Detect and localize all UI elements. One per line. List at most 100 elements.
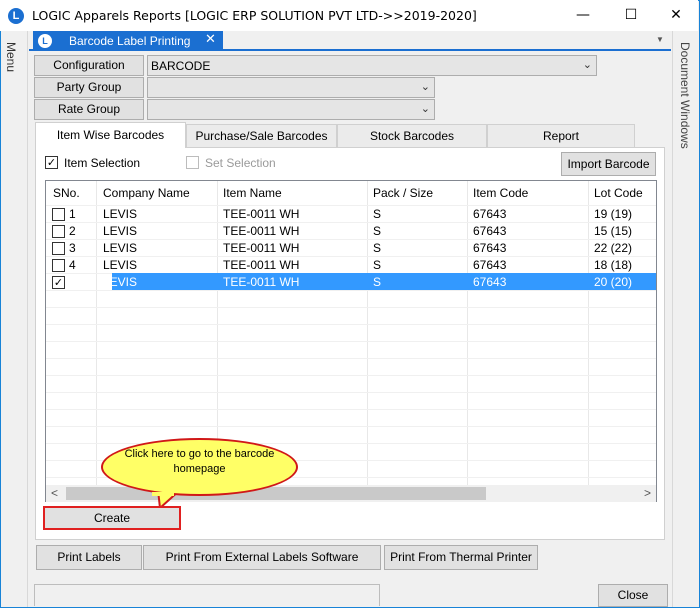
rate-group-select[interactable]: ⌄: [147, 99, 435, 120]
row-divider: [46, 375, 656, 376]
cell-item-name: TEE-0011 WH: [223, 275, 300, 289]
cell-item-name: TEE-0011 WH: [223, 224, 300, 238]
cell-company-name: LEVIS: [103, 275, 138, 289]
close-window-button[interactable]: ✕: [653, 0, 699, 31]
cell-sno: 4: [69, 258, 76, 272]
close-tab-icon[interactable]: ✕: [205, 32, 216, 47]
set-selection-label: Set Selection: [205, 156, 276, 170]
status-area: [34, 584, 380, 606]
import-barcode-button[interactable]: Import Barcode: [561, 152, 656, 176]
cell-item-code: 67643: [473, 207, 507, 221]
column-header-item-code[interactable]: Item Code: [473, 186, 528, 200]
cell-sno: 3: [69, 241, 76, 255]
row-divider: [46, 290, 656, 291]
column-header-lot-code[interactable]: Lot Code: [594, 186, 643, 200]
set-selection-checkbox[interactable]: [186, 156, 199, 169]
cell-sno: 2: [69, 224, 76, 238]
cell-company-name: LEVIS: [103, 207, 138, 221]
menu-side-panel[interactable]: [1, 31, 28, 607]
create-button-label: Create: [93, 511, 131, 525]
cell-lot-code: 20 (20): [594, 275, 633, 289]
tab-purchase-sale-barcodes[interactable]: Purchase/Sale Barcodes: [186, 124, 337, 147]
scrollbar-thumb[interactable]: [66, 487, 486, 500]
cell-company-name: LEVIS: [103, 224, 138, 238]
column-header-pack-size[interactable]: Pack / Size: [373, 186, 433, 200]
cell-item-name: TEE-0011 WH: [223, 241, 300, 255]
cell-pack-size: S: [373, 224, 382, 238]
tab-item-wise-barcodes[interactable]: Item Wise Barcodes: [35, 122, 186, 148]
print-labels-button[interactable]: Print Labels: [36, 545, 142, 570]
column-header-item-name[interactable]: Item Name: [223, 186, 282, 200]
row-select-checkbox[interactable]: ✓: [52, 276, 65, 289]
cell-item-code: 67643: [473, 241, 507, 255]
party-group-select[interactable]: ⌄: [147, 77, 435, 98]
scroll-right-icon[interactable]: >: [644, 486, 651, 500]
cell-company-name: LEVIS: [103, 258, 138, 272]
cell-pack-size: S: [373, 207, 382, 221]
selected-row-highlight: [112, 273, 656, 290]
tab-stock-barcodes[interactable]: Stock Barcodes: [337, 124, 487, 147]
cell-sno: 5: [69, 275, 76, 289]
tab-list-dropdown-icon[interactable]: ▼: [656, 35, 664, 44]
row-select-checkbox[interactable]: [52, 259, 65, 272]
cell-item-name: TEE-0011 WH: [223, 207, 300, 221]
row-divider: [46, 341, 656, 342]
row-divider: [46, 307, 656, 308]
help-callout: Click here to go to the barcode homepage: [101, 438, 298, 496]
cell-item-code: 67643: [473, 224, 507, 238]
configuration-button[interactable]: Configuration: [34, 55, 144, 76]
menu-label[interactable]: Menu: [4, 42, 18, 72]
row-divider: [46, 256, 656, 257]
row-divider: [46, 392, 656, 393]
scroll-left-icon[interactable]: <: [51, 486, 58, 500]
chevron-down-icon: ⌄: [420, 80, 430, 93]
create-button[interactable]: Create: [43, 506, 181, 530]
row-divider: [46, 205, 656, 206]
minimize-button[interactable]: —: [560, 0, 606, 31]
print-external-software-button[interactable]: Print From External Labels Software: [143, 545, 381, 570]
close-button[interactable]: Close: [598, 584, 668, 607]
cell-lot-code: 18 (18): [594, 258, 633, 272]
configuration-value: BARCODE: [151, 59, 211, 73]
column-header-company-name[interactable]: Company Name: [103, 186, 190, 200]
document-windows-label[interactable]: Document Windows: [678, 42, 692, 149]
row-divider: [46, 324, 656, 325]
chevron-down-icon: ⌄: [420, 102, 430, 115]
cell-pack-size: S: [373, 258, 382, 272]
cell-item-code: 67643: [473, 258, 507, 272]
cell-lot-code: 19 (19): [594, 207, 633, 221]
column-header-sno[interactable]: SNo.: [53, 186, 80, 200]
cell-pack-size: S: [373, 275, 382, 289]
rate-group-button[interactable]: Rate Group: [34, 99, 144, 120]
print-thermal-printer-button[interactable]: Print From Thermal Printer: [384, 545, 538, 570]
item-selection-checkbox[interactable]: ✓: [45, 156, 58, 169]
row-divider: [46, 426, 656, 427]
row-select-checkbox[interactable]: [52, 225, 65, 238]
row-divider: [46, 409, 656, 410]
document-tab-barcode-label-printing[interactable]: L Barcode Label Printing ✕: [33, 31, 223, 51]
cell-item-name: TEE-0011 WH: [223, 258, 300, 272]
row-divider: [46, 222, 656, 223]
configuration-select[interactable]: BARCODE ⌄: [147, 55, 597, 76]
maximize-button[interactable]: ☐: [608, 0, 654, 31]
cell-lot-code: 22 (22): [594, 241, 633, 255]
cell-pack-size: S: [373, 241, 382, 255]
party-group-button[interactable]: Party Group: [34, 77, 144, 98]
cell-sno: 1: [69, 207, 76, 221]
chevron-down-icon: ⌄: [582, 58, 592, 71]
row-divider: [46, 239, 656, 240]
cell-item-code: 67643: [473, 275, 507, 289]
callout-join: [152, 492, 174, 496]
row-divider: [46, 358, 656, 359]
title-bar[interactable]: L LOGIC Apparels Reports [LOGIC ERP SOLU…: [0, 0, 698, 31]
document-tab-label: Barcode Label Printing: [69, 34, 191, 48]
window-title: LOGIC Apparels Reports [LOGIC ERP SOLUTI…: [32, 8, 477, 23]
row-select-checkbox[interactable]: [52, 208, 65, 221]
tab-report[interactable]: Report: [487, 124, 635, 147]
cell-lot-code: 15 (15): [594, 224, 633, 238]
cell-company-name: LEVIS: [103, 241, 138, 255]
tab-logo-icon: L: [38, 34, 52, 48]
row-select-checkbox[interactable]: [52, 242, 65, 255]
item-selection-label: Item Selection: [64, 156, 141, 170]
app-logo-icon: L: [8, 8, 24, 24]
